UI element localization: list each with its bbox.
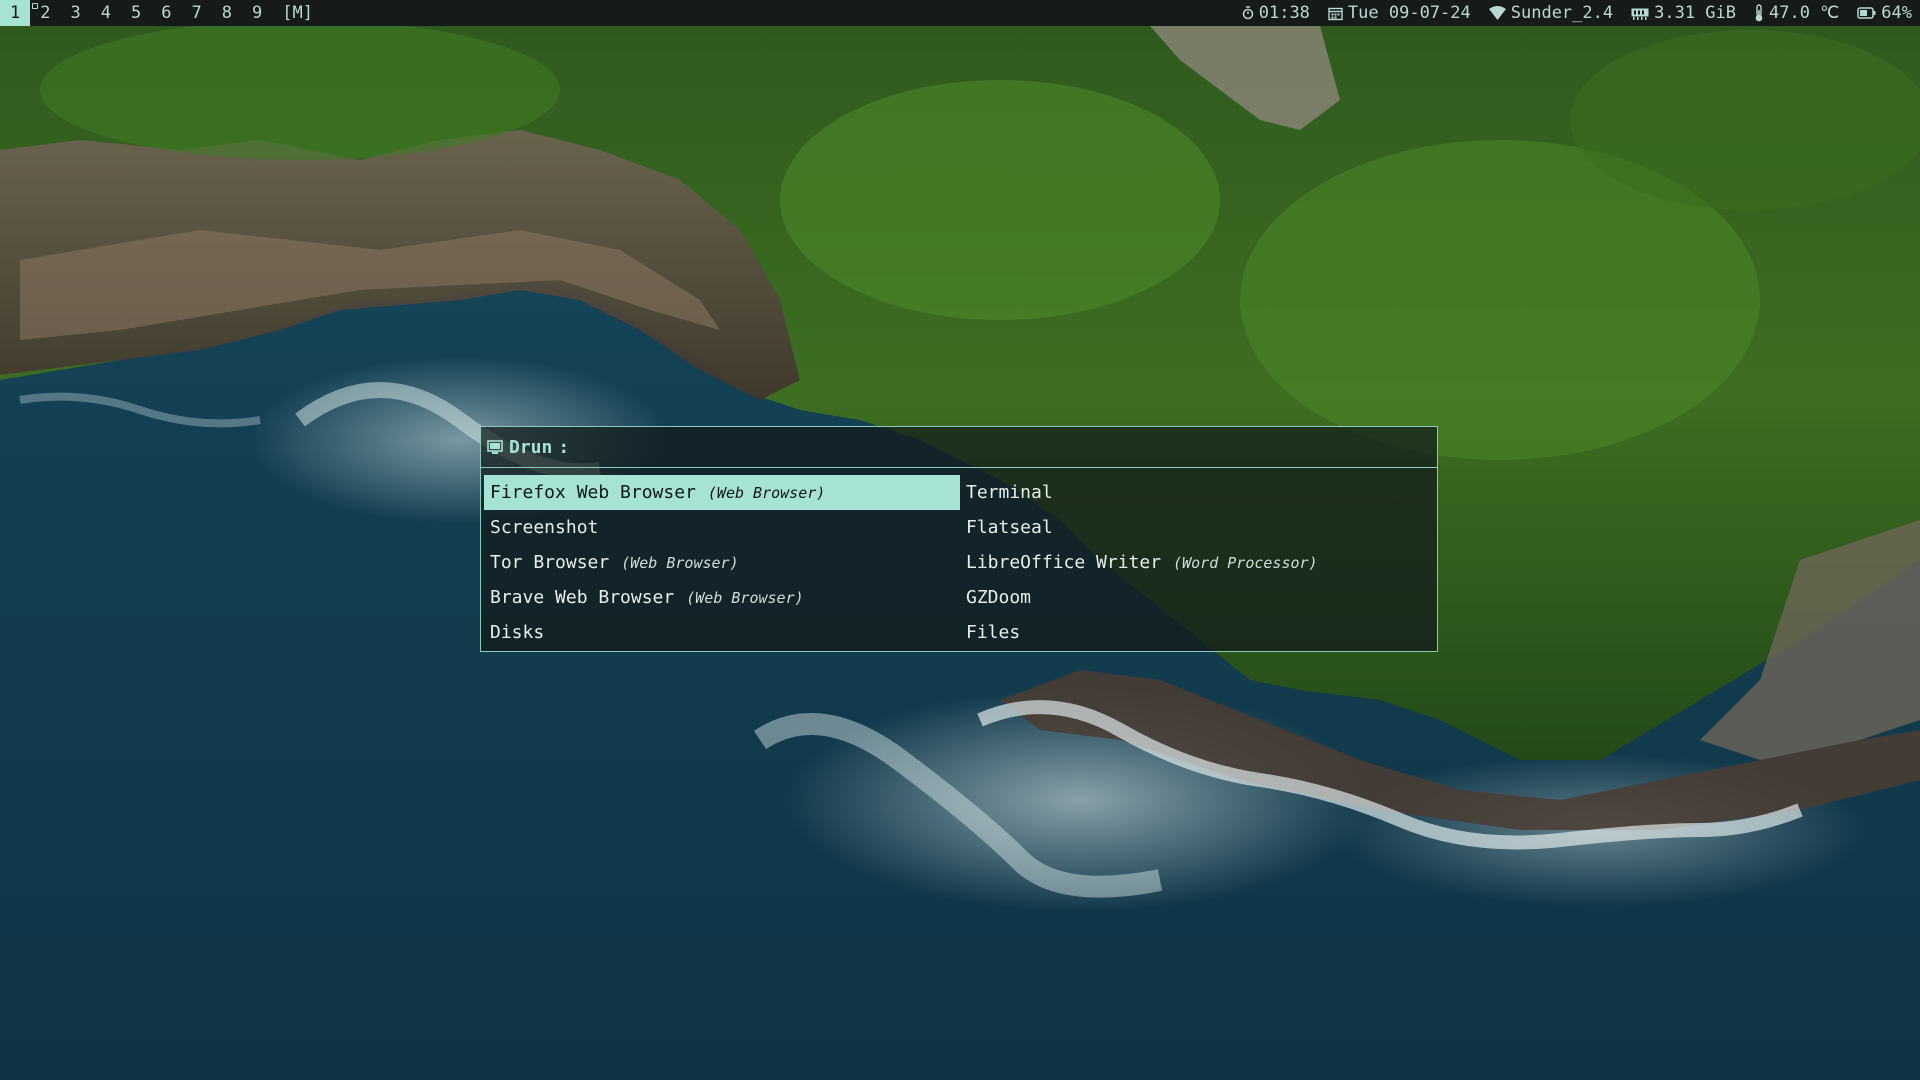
app-launcher: Drun : Firefox Web Browser (Web Browser) S… — [480, 426, 1438, 652]
entry-name: Brave Web Browser — [490, 587, 675, 608]
entry-name: Files — [966, 622, 1021, 643]
workspace-7[interactable]: 7 — [182, 0, 212, 26]
workspace-label: 2 — [40, 3, 51, 23]
launcher-entry[interactable]: Brave Web Browser (Web Browser) — [484, 580, 960, 615]
launcher-entry[interactable]: Terminal — [960, 475, 1434, 510]
memory-text: 3.31 GiB — [1654, 3, 1736, 23]
launcher-entry[interactable]: GZDoom — [960, 580, 1434, 615]
temperature-widget: 47.0 ℃ — [1754, 3, 1839, 23]
launcher-entry[interactable]: Files — [960, 615, 1434, 650]
launcher-entry[interactable]: Flatseal — [960, 510, 1434, 545]
entry-generic-name: (Web Browser) — [621, 553, 739, 572]
top-bar: 1 2 3 4 5 6 7 8 9 [M] 01:38 Tue 09-07-24… — [0, 0, 1920, 26]
status-area: 01:38 Tue 09-07-24 Sunder_2.4 3.31 GiB 4… — [1224, 0, 1920, 26]
date-text: Tue 09-07-24 — [1347, 3, 1471, 23]
monitor-icon — [487, 439, 503, 454]
entry-name: Screenshot — [490, 517, 599, 538]
workspace-8[interactable]: 8 — [212, 0, 242, 26]
battery-widget: 64% — [1857, 3, 1912, 23]
launcher-search-input[interactable] — [577, 434, 1437, 460]
launcher-entry[interactable]: Tor Browser (Web Browser) — [484, 545, 960, 580]
desktop-wallpaper: 1 2 3 4 5 6 7 8 9 [M] 01:38 Tue 09-07-24… — [0, 0, 1920, 1080]
workspace-9[interactable]: 9 — [242, 0, 272, 26]
entry-generic-name: (Word Processor) — [1173, 553, 1318, 572]
temperature-text: 47.0 ℃ — [1769, 3, 1840, 23]
launcher-prompt-row: Drun : — [481, 427, 1437, 468]
launcher-mode-label: Drun — [509, 436, 553, 458]
wifi-icon — [1488, 6, 1506, 20]
launcher-entry[interactable]: Disks — [484, 615, 960, 650]
launcher-entry-list: Firefox Web Browser (Web Browser) Screensh… — [484, 475, 1434, 650]
wifi-widget: Sunder_2.4 — [1488, 3, 1614, 23]
memory-icon — [1631, 8, 1649, 20]
memory-widget: 3.31 GiB — [1631, 3, 1736, 23]
battery-text: 64% — [1881, 3, 1912, 23]
entry-name: Terminal — [966, 482, 1053, 503]
entry-name: Firefox Web Browser — [490, 482, 696, 503]
launcher-separator: : — [558, 436, 570, 458]
workspace-2[interactable]: 2 — [30, 0, 60, 26]
entry-name: Tor Browser — [490, 552, 610, 573]
workspace-5[interactable]: 5 — [121, 0, 151, 26]
workspace-occupied-indicator — [32, 3, 39, 9]
entry-name: GZDoom — [966, 587, 1032, 608]
workspace-list: 1 2 3 4 5 6 7 8 9 [M] — [0, 0, 323, 26]
calendar-icon — [1328, 7, 1343, 20]
date-widget: Tue 09-07-24 — [1328, 3, 1471, 23]
entry-name: Disks — [490, 622, 545, 643]
launcher-entry[interactable]: LibreOffice Writer (Word Processor) — [960, 545, 1434, 580]
entry-name: LibreOffice Writer — [966, 552, 1162, 573]
wifi-text: Sunder_2.4 — [1510, 3, 1614, 23]
battery-icon — [1857, 7, 1876, 19]
workspace-4[interactable]: 4 — [91, 0, 121, 26]
launcher-entry[interactable]: Firefox Web Browser (Web Browser) — [484, 475, 960, 510]
entry-generic-name: (Web Browser) — [686, 588, 804, 607]
layout-indicator[interactable]: [M] — [272, 0, 323, 26]
workspace-3[interactable]: 3 — [61, 0, 91, 26]
clock-text: 01:38 — [1258, 3, 1310, 23]
launcher-entry[interactable]: Screenshot — [484, 510, 960, 545]
entry-name: Flatseal — [966, 517, 1053, 538]
entry-generic-name: (Web Browser) — [707, 483, 826, 502]
clock-icon — [1242, 6, 1253, 20]
workspace-1[interactable]: 1 — [0, 0, 31, 26]
clock-widget: 01:38 — [1242, 3, 1310, 23]
workspace-6[interactable]: 6 — [151, 0, 181, 26]
thermometer-icon — [1755, 4, 1763, 22]
